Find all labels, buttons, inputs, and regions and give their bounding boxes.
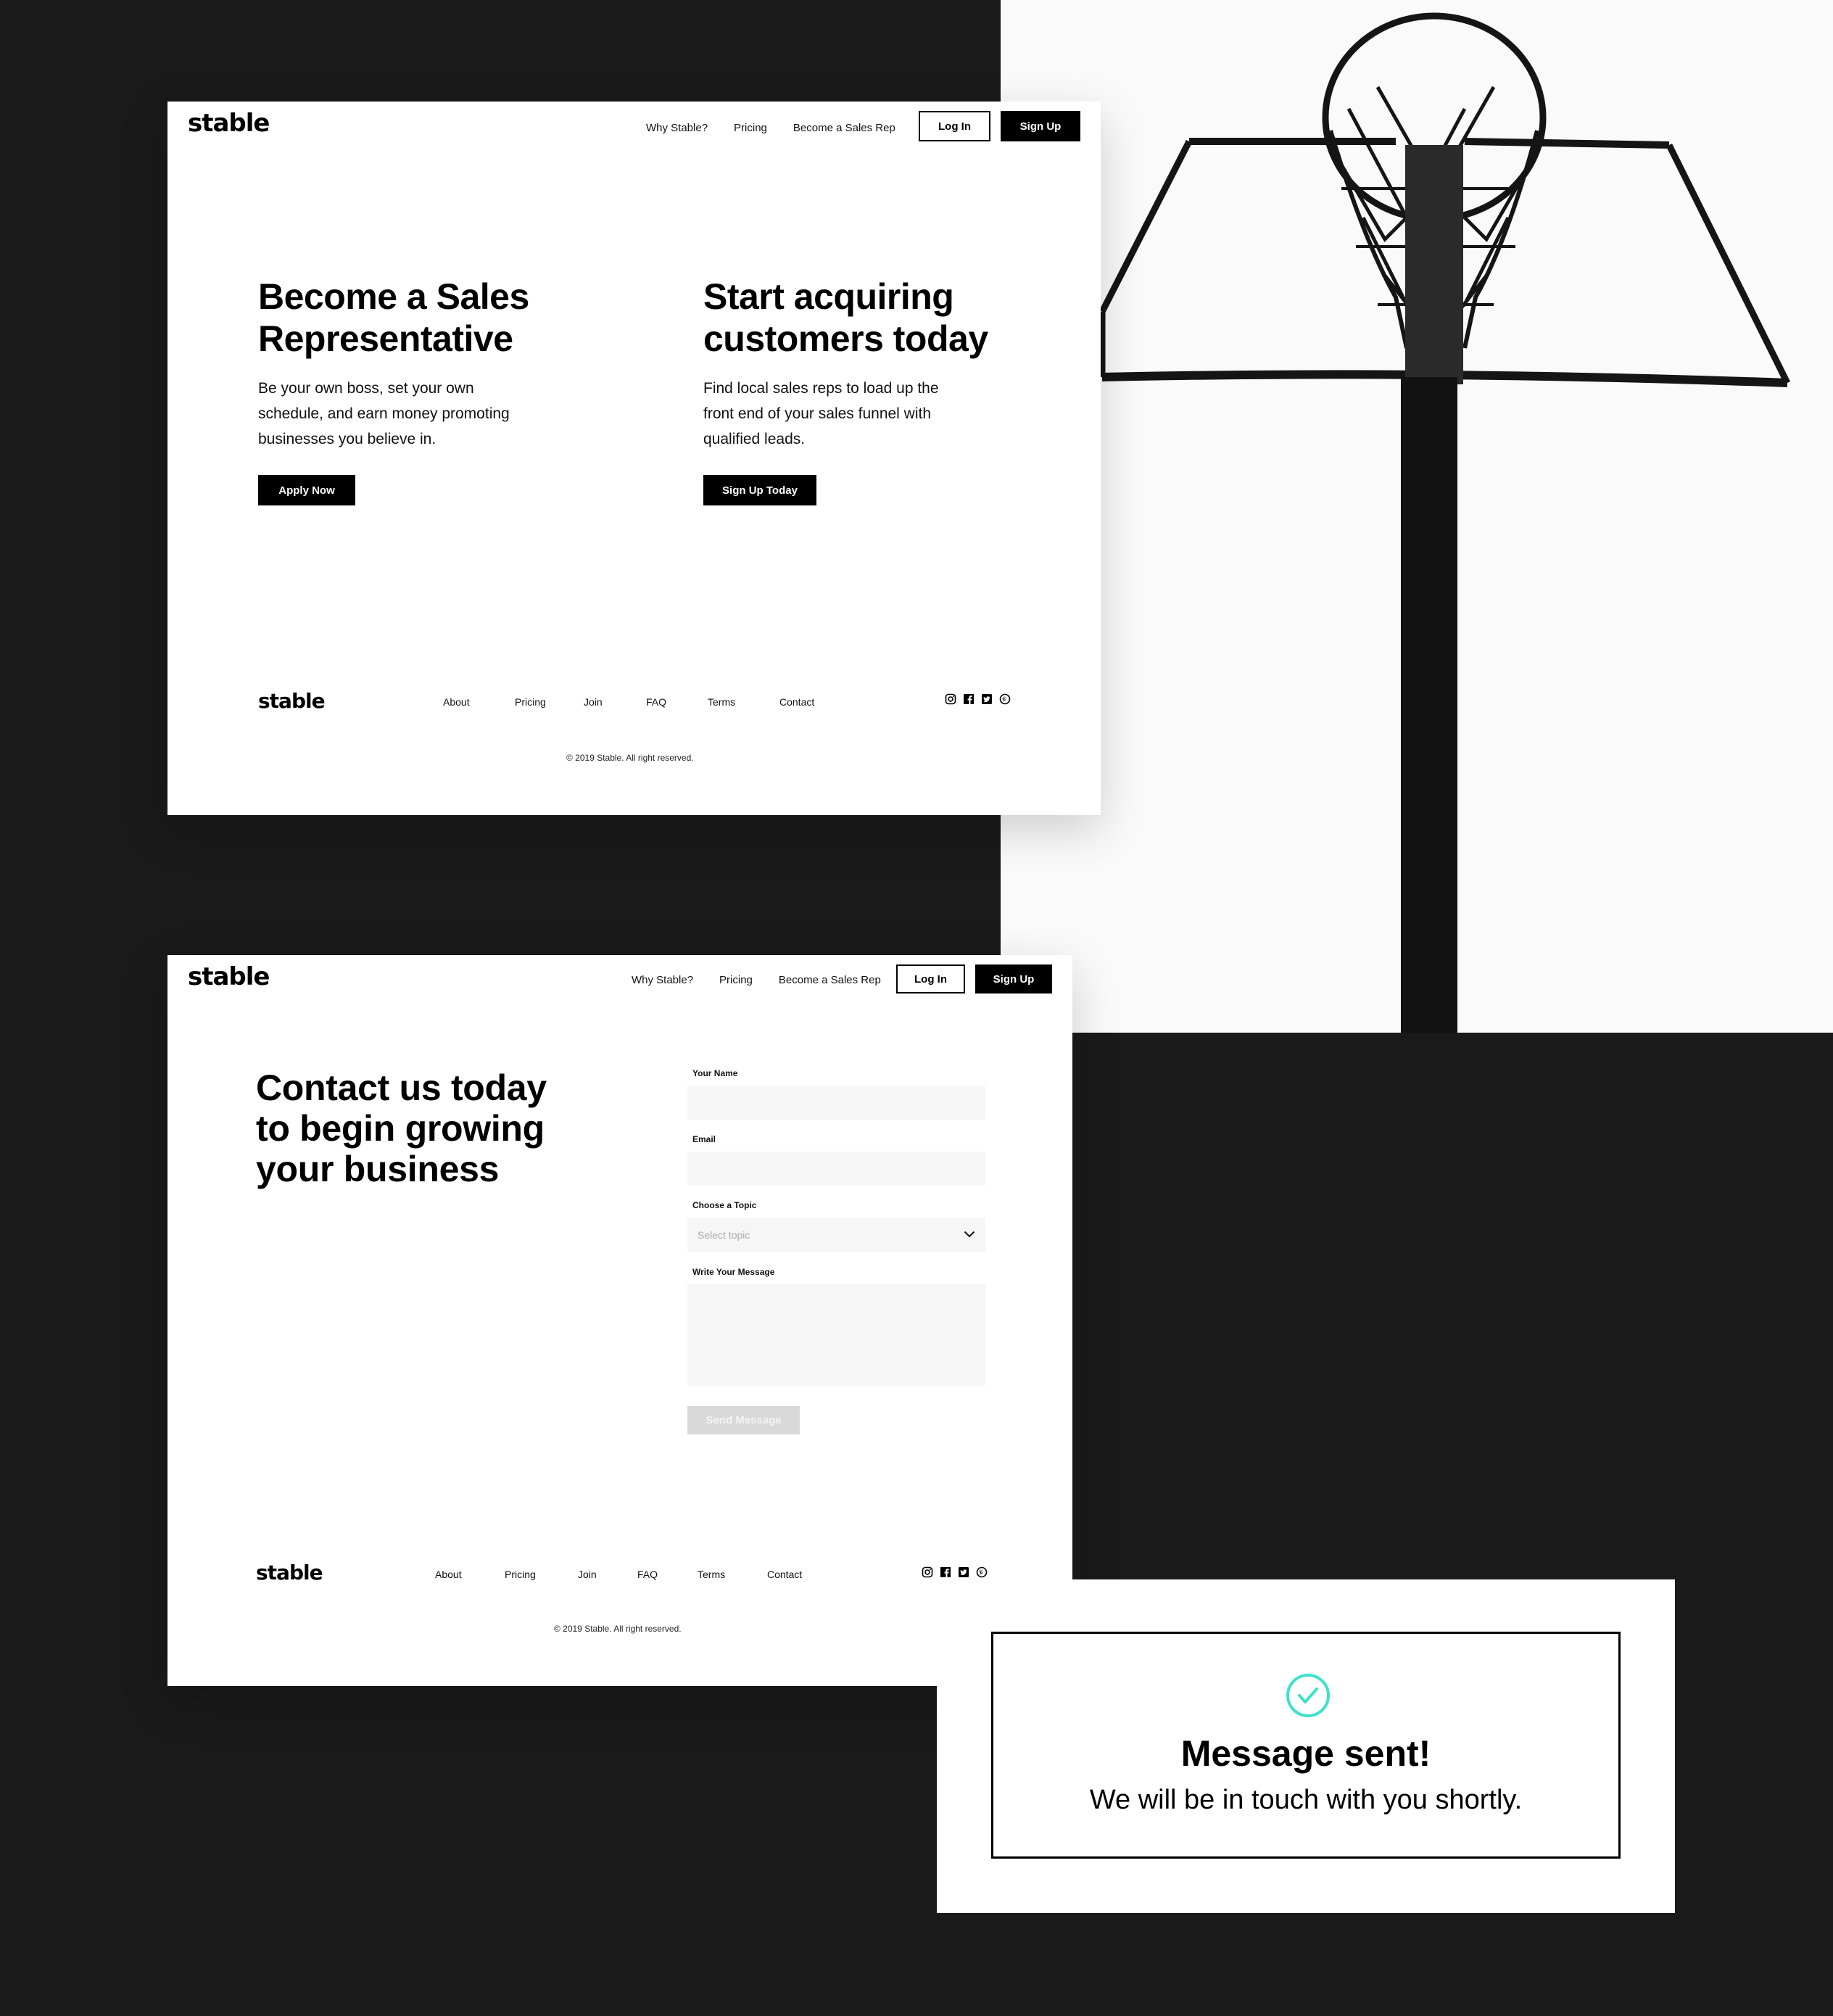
email-label: Email: [692, 1134, 716, 1144]
sales-rep-description: Be your own boss, set your own schedule,…: [258, 376, 510, 452]
stable-logo[interactable]: stable: [188, 109, 270, 138]
contact-page-card: stable Why Stable? Pricing Become a Sale…: [167, 955, 1072, 1686]
login-button[interactable]: Log In: [896, 964, 965, 993]
footer-logo[interactable]: stable: [258, 689, 326, 713]
chevron-down-icon: [964, 1228, 975, 1242]
heading-line: Contact us today: [256, 1067, 547, 1108]
basketball-hoop-illustration: [1098, 12, 1791, 1033]
basketball-hoop-photo: [1001, 0, 1833, 1033]
signup-button[interactable]: Sign Up: [1001, 111, 1080, 141]
twitter-icon[interactable]: [958, 1566, 969, 1578]
copyright-text: © 2019 Stable. All right reserved.: [566, 753, 694, 763]
name-label: Your Name: [692, 1068, 738, 1078]
pinterest-icon[interactable]: [999, 693, 1011, 705]
confirmation-box: Message sent! We will be in touch with y…: [991, 1632, 1621, 1859]
nav-pricing[interactable]: Pricing: [734, 122, 767, 134]
social-links: [922, 1566, 988, 1578]
topic-placeholder: Select topic: [698, 1228, 750, 1241]
check-circle-icon: [1286, 1673, 1331, 1718]
send-message-button[interactable]: Send Message: [687, 1406, 800, 1434]
login-button[interactable]: Log In: [919, 111, 990, 141]
text-line: Be your own boss, set your own: [258, 380, 474, 397]
message-textarea[interactable]: [687, 1284, 985, 1386]
facebook-icon[interactable]: [963, 693, 975, 705]
text-line: qualified leads.: [703, 431, 806, 447]
signup-today-button[interactable]: Sign Up Today: [703, 475, 816, 505]
instagram-icon[interactable]: [922, 1566, 933, 1578]
confirmation-subtitle: We will be in touch with you shortly.: [1089, 1785, 1523, 1815]
heading-line: your business: [256, 1149, 500, 1189]
confirmation-title: Message sent!: [1180, 1733, 1431, 1774]
heading-line: Start acquiring: [703, 276, 954, 317]
landing-page-card: stable Why Stable? Pricing Become a Sale…: [167, 102, 1101, 815]
heading-line: to begin growing: [256, 1108, 545, 1149]
message-label: Write Your Message: [692, 1267, 775, 1277]
footer-link-contact[interactable]: Contact: [767, 1569, 802, 1580]
nav-why-stable[interactable]: Why Stable?: [632, 974, 693, 986]
top-nav: Why Stable? Pricing Become a Sales Rep: [632, 964, 907, 995]
nav-become-sales-rep[interactable]: Become a Sales Rep: [779, 974, 881, 986]
pinterest-icon[interactable]: [976, 1566, 988, 1578]
footer-link-join[interactable]: Join: [584, 696, 603, 708]
copyright-text: © 2019 Stable. All right reserved.: [554, 1624, 682, 1634]
signup-button[interactable]: Sign Up: [975, 964, 1052, 993]
text-line: schedule, and earn money promoting: [258, 405, 510, 422]
footer-link-about[interactable]: About: [443, 696, 470, 708]
footer-logo[interactable]: stable: [256, 1561, 323, 1585]
email-input[interactable]: [687, 1152, 985, 1186]
nav-become-sales-rep[interactable]: Become a Sales Rep: [793, 122, 895, 134]
text-line: front end of your sales funnel with: [703, 405, 932, 422]
text-line: businesses you believe in.: [258, 431, 436, 447]
footer-link-join[interactable]: Join: [578, 1569, 597, 1580]
heading-line: customers today: [703, 318, 988, 359]
topic-label: Choose a Topic: [692, 1200, 757, 1210]
footer-link-pricing[interactable]: Pricing: [515, 696, 546, 708]
contact-heading: Contact us today to begin growing your b…: [256, 1067, 547, 1189]
topic-select[interactable]: Select topic: [687, 1218, 985, 1252]
footer-link-terms[interactable]: Terms: [698, 1569, 725, 1580]
apply-now-button[interactable]: Apply Now: [258, 475, 355, 505]
stable-logo[interactable]: stable: [188, 962, 270, 991]
footer-link-pricing[interactable]: Pricing: [505, 1569, 536, 1580]
acquire-customers-description: Find local sales reps to load up the fro…: [703, 376, 939, 452]
name-input[interactable]: [687, 1086, 985, 1120]
message-sent-card: Message sent! We will be in touch with y…: [937, 1579, 1675, 1913]
facebook-icon[interactable]: [940, 1566, 951, 1578]
top-nav: Why Stable? Pricing Become a Sales Rep: [646, 112, 922, 143]
twitter-icon[interactable]: [981, 693, 993, 705]
instagram-icon[interactable]: [945, 693, 956, 705]
nav-pricing[interactable]: Pricing: [719, 974, 753, 986]
footer-link-faq[interactable]: FAQ: [637, 1569, 658, 1580]
nav-why-stable[interactable]: Why Stable?: [646, 122, 708, 134]
footer-link-faq[interactable]: FAQ: [646, 696, 666, 708]
social-links: [945, 693, 1011, 705]
text-line: Find local sales reps to load up the: [703, 380, 939, 397]
sales-rep-heading: Become a Sales Representative: [258, 276, 529, 360]
heading-line: Become a Sales: [258, 276, 529, 317]
footer-link-terms[interactable]: Terms: [708, 696, 735, 708]
heading-line: Representative: [258, 318, 513, 359]
footer-link-about[interactable]: About: [435, 1569, 462, 1580]
acquire-customers-heading: Start acquiring customers today: [703, 276, 988, 360]
footer-link-contact[interactable]: Contact: [779, 696, 814, 708]
